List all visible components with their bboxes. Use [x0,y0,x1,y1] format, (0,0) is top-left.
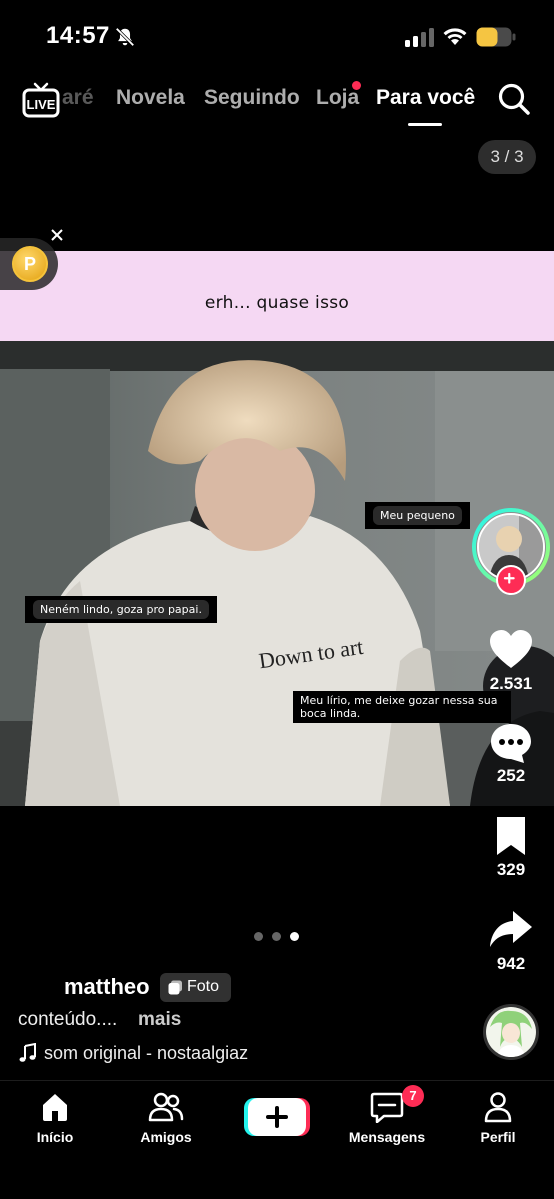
heart-icon[interactable] [488,628,534,672]
nav-perfil[interactable]: Perfil [448,1091,548,1145]
nav-inicio[interactable]: Início [5,1091,105,1145]
comment-count: 252 [496,766,526,785]
photo-type-badge: Foto [160,973,231,1002]
loja-notification-dot [352,81,361,90]
bell-muted-icon [115,27,135,47]
nav-inicio-label: Início [36,1129,74,1145]
messages-badge: 7 [402,1085,424,1107]
tab-loja[interactable]: Loja [316,86,359,110]
rewards-bubble[interactable]: P [0,238,58,290]
search-icon[interactable] [497,82,531,116]
text-sticker-1-text: Meu pequeno [373,506,462,525]
text-sticker-2-text: Neném lindo, goza pro papai. [33,600,209,619]
friends-icon [148,1092,184,1122]
sound-title[interactable]: som original - nostaalgiaz [44,1043,248,1064]
active-tab-indicator [408,123,442,126]
carousel-dot [272,932,281,941]
text-sticker-1: Meu pequeno [365,502,470,529]
text-sticker-3: Meu lírio, me deixe gozar nessa sua boca… [293,691,511,723]
nav-mensagens-label: Mensagens [348,1129,426,1145]
more-link[interactable]: mais [138,1009,181,1031]
carousel-dot-active [290,932,299,941]
profile-icon [484,1092,512,1123]
bookmark-icon[interactable] [488,815,534,859]
coin-icon: P [12,246,48,282]
follow-plus-icon[interactable] [496,565,526,595]
photo-stack-icon [168,980,182,995]
text-sticker-3-text: Meu lírio, me deixe gozar nessa sua boca… [300,694,498,720]
tab-para-voce[interactable]: Para você [376,86,475,110]
inbox-icon [370,1092,404,1123]
nav-amigos-label: Amigos [140,1129,192,1145]
live-icon-text: LIVE [27,97,56,112]
status-time: 14:57 [46,22,110,49]
caption-banner-text: erh... quase isso [204,293,350,313]
signal-icon [405,28,434,47]
text-sticker-2: Neném lindo, goza pro papai. [25,596,217,623]
carousel-dots [254,932,302,942]
plus-icon-vertical [275,1106,279,1128]
post-description: conteúdo.... [18,1009,118,1030]
tab-seguindo[interactable]: Seguindo [204,86,300,110]
post-username[interactable]: mattheo [64,974,150,1000]
music-note-icon [19,1043,36,1062]
live-tv-icon[interactable]: LIVE [22,82,60,120]
save-count: 329 [496,860,526,879]
create-post-button[interactable] [244,1098,310,1136]
comment-icon[interactable] [488,721,534,765]
share-count: 942 [496,954,526,973]
carousel-dot [254,932,263,941]
photo-type-label: Foto [187,978,220,995]
slide-counter: 3 / 3 [478,140,536,174]
wifi-icon [443,28,467,45]
tab-novela[interactable]: Novela [116,86,185,110]
post-photo[interactable]: Down to art [0,341,554,806]
battery-icon [476,27,516,47]
sound-disc[interactable] [483,1004,539,1060]
nav-amigos[interactable]: Amigos [116,1091,216,1145]
status-bar: 14:57 [0,0,554,72]
home-icon [43,1094,67,1121]
nav-perfil-label: Perfil [480,1129,516,1145]
close-icon[interactable] [48,226,66,244]
coin-letter: P [23,254,36,274]
tab-hidden-left[interactable]: aré [62,86,94,110]
share-icon[interactable] [488,907,534,951]
top-nav: LIVE aré Novela Seguindo Loja Para você [0,72,554,132]
